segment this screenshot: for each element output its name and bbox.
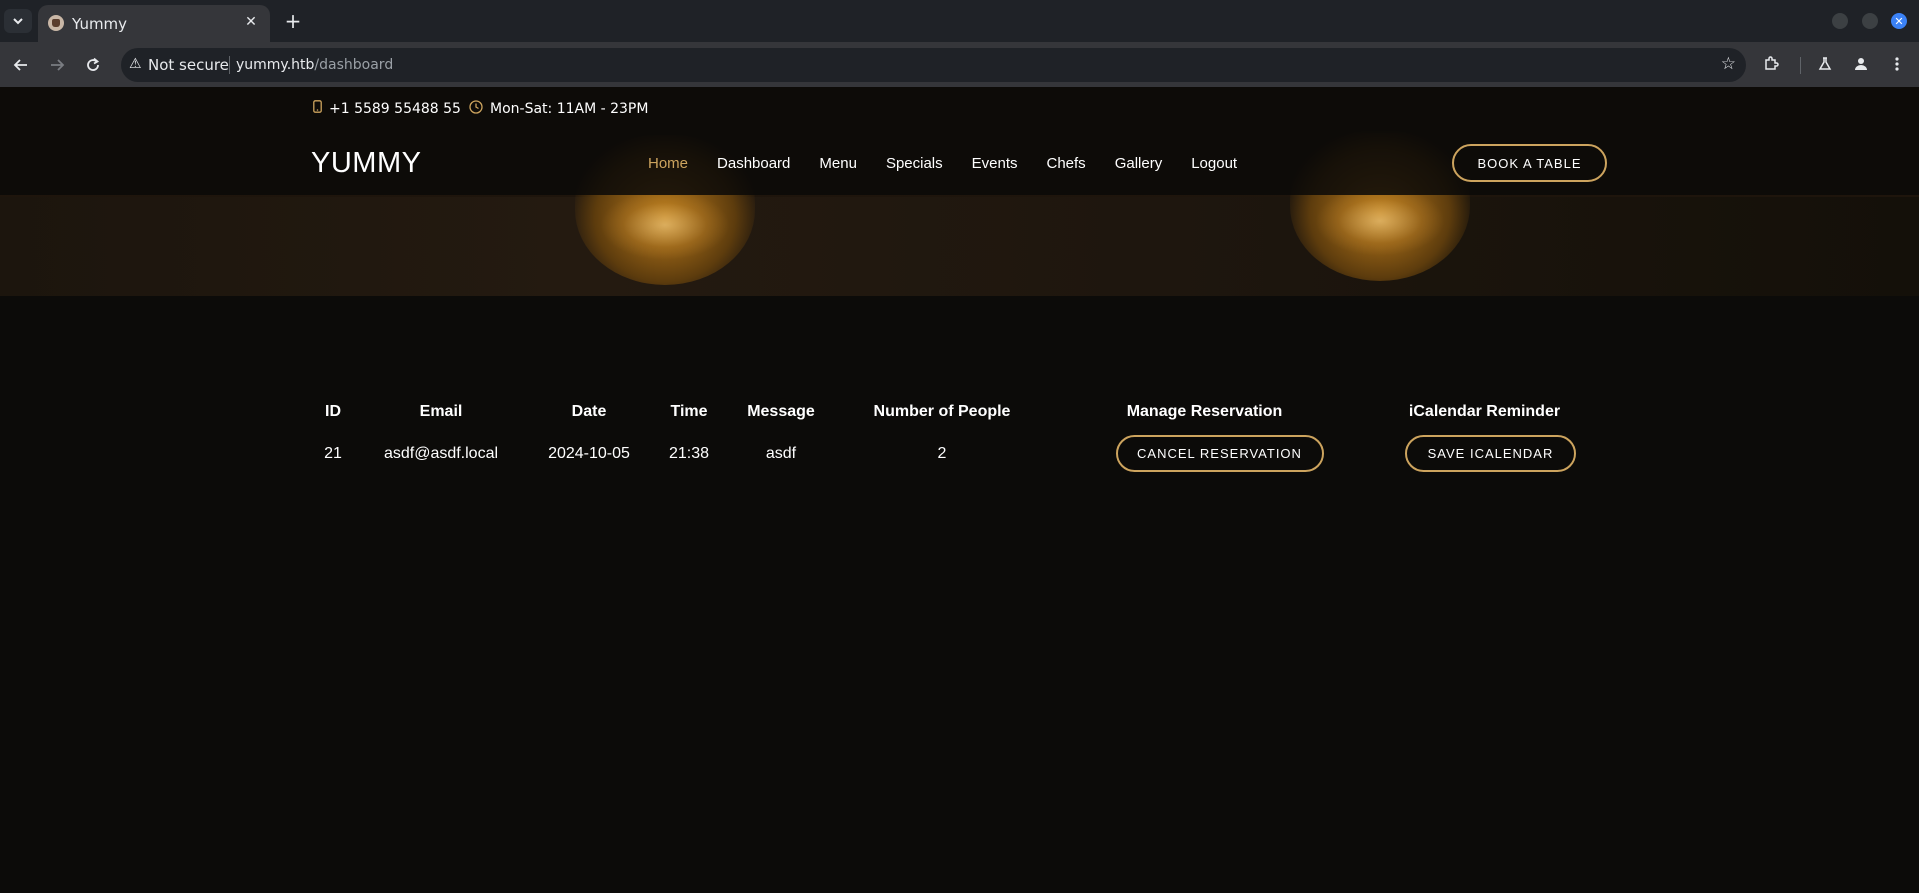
browser-tab[interactable]: Yummy ✕ xyxy=(38,5,270,42)
close-window-button[interactable]: ✕ xyxy=(1891,13,1907,29)
column-header-people: Number of People xyxy=(873,403,1011,420)
reservations-table: ID Email Date Time Message Number of Peo… xyxy=(311,403,1609,472)
topbar-phone: +1 5589 55488 55 xyxy=(313,100,461,117)
topbar-hours: Mon-Sat: 11AM - 23PM xyxy=(469,100,648,118)
cell-people: 2 xyxy=(937,444,947,462)
profile-icon[interactable] xyxy=(1850,53,1872,75)
cell-manage: CANCEL RESERVATION xyxy=(1049,435,1360,472)
site-logo[interactable]: YUMMY xyxy=(311,147,421,180)
url-path: /dashboard xyxy=(314,57,394,73)
favicon-icon xyxy=(48,15,64,31)
url-text[interactable]: yummy.htb/dashboard xyxy=(236,57,393,73)
menu-item-logout[interactable]: Logout xyxy=(1191,155,1237,172)
main-menu: Home Dashboard Menu Specials Events Chef… xyxy=(648,155,1266,172)
minimize-button[interactable] xyxy=(1832,13,1848,29)
web-page: +1 5589 55488 55 Mon-Sat: 11AM - 23PM YU… xyxy=(0,87,1919,893)
topbar xyxy=(0,87,1919,133)
column-header-icalendar: iCalendar Reminder xyxy=(1408,403,1561,420)
divider xyxy=(229,56,230,74)
arrow-left-icon xyxy=(13,59,27,71)
menu-item-dashboard[interactable]: Dashboard xyxy=(717,155,790,172)
extensions-icon[interactable] xyxy=(1760,53,1782,75)
address-bar[interactable]: ⚠ Not secure yummy.htb/dashboard ☆ xyxy=(121,48,1746,82)
phone-number: +1 5589 55488 55 xyxy=(329,100,461,117)
reload-icon xyxy=(87,57,100,71)
back-button[interactable] xyxy=(8,52,34,78)
flask-icon xyxy=(1818,57,1832,70)
bookmark-star-icon[interactable]: ☆ xyxy=(1721,54,1736,74)
url-host: yummy.htb xyxy=(236,57,315,73)
forward-button[interactable] xyxy=(44,52,70,78)
kebab-menu-icon[interactable] xyxy=(1886,53,1908,75)
menu-item-specials[interactable]: Specials xyxy=(886,155,943,172)
menu-item-menu[interactable]: Menu xyxy=(819,155,857,172)
tab-search-button[interactable] xyxy=(4,9,32,33)
tab-title: Yummy xyxy=(72,15,128,33)
hero-background: +1 5589 55488 55 Mon-Sat: 11AM - 23PM YU… xyxy=(0,87,1919,296)
reload-button[interactable] xyxy=(80,52,106,78)
menu-item-gallery[interactable]: Gallery xyxy=(1115,155,1163,172)
menu-item-home[interactable]: Home xyxy=(648,155,688,172)
arrow-right-icon xyxy=(51,59,65,71)
cell-icalendar: SAVE ICALENDAR xyxy=(1360,435,1609,472)
menu-item-events[interactable]: Events xyxy=(972,155,1018,172)
opening-hours: Mon-Sat: 11AM - 23PM xyxy=(490,101,649,117)
toolbar-divider xyxy=(1800,57,1801,74)
cell-date: 2024-10-05 xyxy=(548,444,630,462)
save-icalendar-button[interactable]: SAVE ICALENDAR xyxy=(1405,435,1576,472)
column-header-email: Email xyxy=(419,403,463,420)
column-header-id: ID xyxy=(325,403,341,420)
cell-id: 21 xyxy=(324,444,342,462)
new-tab-button[interactable]: + xyxy=(280,8,306,34)
clock-icon xyxy=(469,100,483,118)
cell-email: asdf@asdf.local xyxy=(383,444,499,462)
column-header-date: Date xyxy=(571,403,607,420)
security-label[interactable]: Not secure xyxy=(148,56,229,74)
person-icon xyxy=(1855,58,1867,70)
table-row: 21 asdf@asdf.local 2024-10-05 21:38 asdf… xyxy=(311,435,1609,472)
table-header-row: ID Email Date Time Message Number of Peo… xyxy=(311,403,1609,435)
cancel-reservation-button[interactable]: CANCEL RESERVATION xyxy=(1115,435,1324,472)
browser-toolbar: ⚠ Not secure yummy.htb/dashboard ☆ xyxy=(0,42,1919,87)
phone-icon xyxy=(313,100,322,117)
tab-close-icon[interactable]: ✕ xyxy=(240,11,262,33)
maximize-button[interactable] xyxy=(1862,13,1878,29)
book-table-button[interactable]: BOOK A TABLE xyxy=(1452,144,1607,182)
cell-message: asdf xyxy=(765,444,797,462)
column-header-manage: Manage Reservation xyxy=(1126,403,1283,420)
browser-tabstrip: Yummy ✕ + ✕ xyxy=(0,0,1919,42)
cell-time: 21:38 xyxy=(668,444,710,462)
puzzle-icon xyxy=(1765,56,1779,70)
labs-flask-icon[interactable] xyxy=(1814,53,1836,75)
hero-wall xyxy=(0,197,1919,296)
more-vert-icon xyxy=(1895,57,1899,71)
column-header-time: Time xyxy=(670,403,708,420)
chevron-down-icon xyxy=(13,18,23,25)
menu-item-chefs[interactable]: Chefs xyxy=(1047,155,1086,172)
warning-icon: ⚠ xyxy=(129,56,142,72)
column-header-message: Message xyxy=(747,403,815,420)
